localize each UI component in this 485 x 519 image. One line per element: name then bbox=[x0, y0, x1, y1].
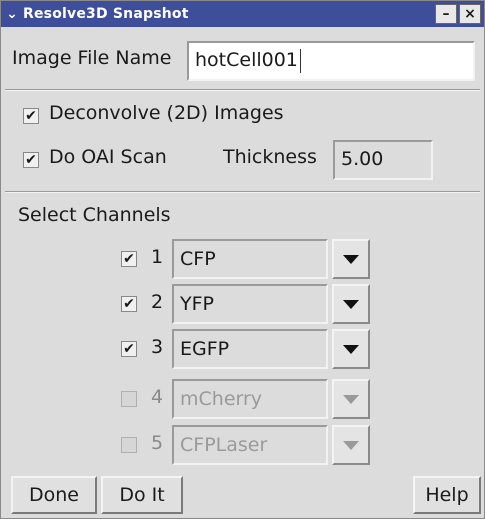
help-button[interactable]: Help bbox=[413, 476, 481, 514]
oai-scan-label: Do OAI Scan bbox=[49, 146, 167, 168]
channel-2-value: YFP bbox=[180, 293, 214, 315]
channel-3-value: EGFP bbox=[180, 338, 230, 360]
channel-3-dropdown-button[interactable] bbox=[332, 329, 370, 369]
channel-1-number: 1 bbox=[151, 246, 164, 268]
check-icon: ✔ bbox=[123, 251, 135, 267]
select-channels-heading: Select Channels bbox=[18, 204, 171, 226]
chevron-down-icon bbox=[343, 394, 359, 404]
check-icon: ✔ bbox=[123, 341, 135, 357]
channel-2-checkbox[interactable]: ✔ bbox=[121, 296, 137, 312]
window-title: Resolve3D Snapshot bbox=[23, 6, 189, 22]
chevron-down-icon bbox=[343, 299, 359, 309]
thickness-input[interactable]: 5.00 bbox=[333, 140, 433, 180]
channel-5-select[interactable]: CFPLaser bbox=[172, 425, 328, 465]
resolve3d-snapshot-window: ⌄ Resolve3D Snapshot – × Image File Name… bbox=[0, 0, 485, 519]
deconvolve-label: Deconvolve (2D) Images bbox=[49, 102, 284, 124]
close-button[interactable]: × bbox=[459, 4, 481, 24]
close-icon: × bbox=[464, 6, 476, 22]
minimize-icon: – bbox=[442, 6, 450, 22]
channel-4-checkbox[interactable] bbox=[121, 391, 137, 407]
thickness-value: 5.00 bbox=[341, 148, 384, 170]
image-file-name-value: hotCell001 bbox=[195, 49, 298, 71]
title-bar[interactable]: ⌄ Resolve3D Snapshot – × bbox=[1, 1, 484, 27]
do-it-button[interactable]: Do It bbox=[101, 476, 183, 514]
done-button-label: Done bbox=[29, 484, 79, 506]
channel-1-value: CFP bbox=[180, 248, 216, 270]
help-button-label: Help bbox=[425, 484, 469, 506]
minimize-button[interactable]: – bbox=[435, 4, 457, 24]
do-it-button-label: Do It bbox=[119, 484, 165, 506]
channel-5-value: CFPLaser bbox=[180, 434, 268, 456]
image-file-name-input[interactable]: hotCell001 bbox=[187, 41, 475, 81]
channel-4-number: 4 bbox=[151, 386, 164, 408]
channel-2-select[interactable]: YFP bbox=[172, 284, 328, 324]
check-icon: ✔ bbox=[123, 296, 135, 312]
separator bbox=[5, 89, 480, 91]
image-file-name-label: Image File Name bbox=[12, 47, 172, 69]
chevron-down-icon bbox=[343, 344, 359, 354]
channel-4-value: mCherry bbox=[180, 388, 263, 410]
text-caret bbox=[299, 48, 301, 73]
check-icon: ✔ bbox=[25, 108, 37, 124]
deconvolve-checkbox[interactable]: ✔ bbox=[23, 108, 39, 124]
channel-5-dropdown-button[interactable] bbox=[332, 425, 370, 465]
channel-3-select[interactable]: EGFP bbox=[172, 329, 328, 369]
channel-1-checkbox[interactable]: ✔ bbox=[121, 251, 137, 267]
channel-1-dropdown-button[interactable] bbox=[332, 239, 370, 279]
separator bbox=[5, 191, 480, 193]
chevron-down-icon[interactable]: ⌄ bbox=[1, 6, 23, 22]
channel-4-select[interactable]: mCherry bbox=[172, 379, 328, 419]
channel-1-select[interactable]: CFP bbox=[172, 239, 328, 279]
check-icon: ✔ bbox=[25, 152, 37, 168]
oai-scan-checkbox[interactable]: ✔ bbox=[23, 152, 39, 168]
chevron-down-icon bbox=[343, 254, 359, 264]
channel-3-checkbox[interactable]: ✔ bbox=[121, 341, 137, 357]
chevron-down-icon bbox=[343, 440, 359, 450]
channel-2-dropdown-button[interactable] bbox=[332, 284, 370, 324]
channel-2-number: 2 bbox=[151, 291, 164, 313]
channel-5-checkbox[interactable] bbox=[121, 437, 137, 453]
done-button[interactable]: Done bbox=[11, 476, 97, 514]
channel-4-dropdown-button[interactable] bbox=[332, 379, 370, 419]
thickness-label: Thickness bbox=[223, 146, 317, 168]
channel-3-number: 3 bbox=[151, 336, 164, 358]
channel-5-number: 5 bbox=[151, 432, 164, 454]
